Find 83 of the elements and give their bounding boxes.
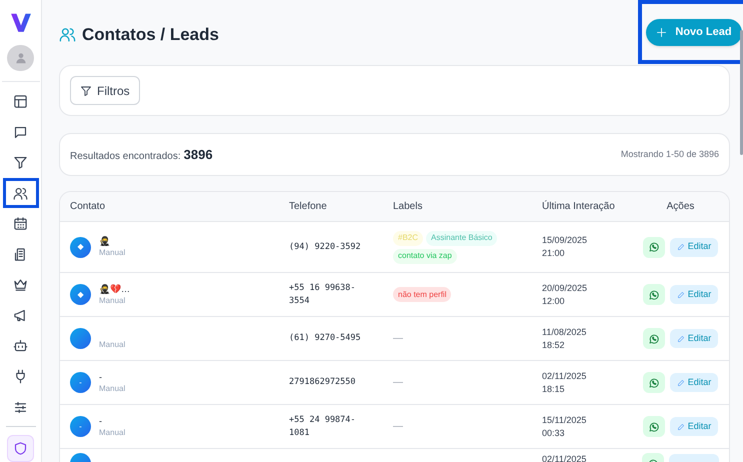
whatsapp-icon <box>648 420 660 432</box>
column-header: Contato <box>70 200 106 214</box>
sliders-icon <box>13 400 28 415</box>
filters-button[interactable]: Filtros <box>70 76 140 105</box>
edit-icon <box>676 243 685 251</box>
edit-icon <box>676 290 685 298</box>
contact-name: - <box>99 370 103 382</box>
logo-icon <box>10 12 32 34</box>
plus-icon <box>656 26 668 38</box>
last-interaction: 20/09/2025 12:00 <box>542 282 588 308</box>
contact-avatar: ◆ <box>70 236 91 258</box>
column-header: Telefone <box>289 200 328 214</box>
whatsapp-button[interactable] <box>642 328 665 349</box>
whatsapp-button[interactable] <box>642 284 665 305</box>
phone-cell-text: (61) 9270-5495 <box>289 332 362 345</box>
scrollbar[interactable] <box>740 30 743 155</box>
results-count: 3896 <box>184 146 213 164</box>
building-icon <box>13 246 28 262</box>
contact-source: Manual <box>99 426 126 438</box>
plug-icon <box>13 369 28 384</box>
whatsapp-icon <box>648 376 660 388</box>
filter-icon <box>80 84 92 96</box>
empty-labels: — <box>393 332 403 346</box>
avatar-icon[interactable] <box>7 44 34 72</box>
phone-cell-text: 2791862972550 <box>289 376 357 389</box>
message-icon <box>13 124 28 140</box>
whatsapp-icon <box>648 241 660 253</box>
edit-icon <box>676 334 685 342</box>
crown-icon <box>13 277 28 292</box>
bot-icon <box>13 338 28 354</box>
contact-avatar: - <box>70 416 91 437</box>
contact-avatar: - <box>70 372 91 393</box>
edit-button[interactable]: Editar <box>670 373 718 392</box>
contact-avatar <box>70 328 91 349</box>
column-header: Ações <box>666 200 696 214</box>
column-header: Última Interação <box>542 199 616 214</box>
last-interaction: 02/11/2025 18:15 <box>542 370 588 396</box>
whatsapp-button[interactable] <box>642 236 665 258</box>
contact-source: Manual <box>99 294 126 306</box>
last-interaction: 15/11/2025 00:33 <box>542 414 588 440</box>
layout-icon <box>13 94 28 109</box>
contact-name: 🥷💔… <box>99 282 130 294</box>
column-header: Labels <box>393 200 424 214</box>
edit-button[interactable]: Editar <box>670 238 718 256</box>
contact-name: 🥷 <box>99 235 111 247</box>
phone-cell-text: (94) 9220-3592 <box>289 240 362 254</box>
edit-button[interactable]: Editar <box>670 329 718 348</box>
label-tag: Assinante Básico <box>426 230 498 246</box>
users-icon <box>59 26 76 43</box>
edit-button[interactable]: Editar <box>670 417 718 436</box>
label-tag: não tem perfil <box>393 287 452 302</box>
whatsapp-icon <box>648 332 660 344</box>
edit-icon <box>676 378 685 386</box>
results-label: Resultados encontrados: <box>70 150 181 164</box>
contact-source: Manual <box>99 382 126 394</box>
empty-labels: — <box>393 420 403 434</box>
empty-labels: — <box>393 376 403 390</box>
whatsapp-button[interactable] <box>642 416 665 437</box>
users-nav-button[interactable] <box>2 178 38 208</box>
users-icon <box>13 186 28 201</box>
edit-icon <box>676 422 685 430</box>
contact-source: Manual <box>99 338 126 350</box>
label-tag: contato via zap <box>393 248 457 264</box>
last-interaction: 15/09/2025 21:00 <box>542 234 588 260</box>
new-lead-button[interactable]: Novo Lead <box>646 18 742 46</box>
phone-cell-text: +55 16 99638- 3554 <box>289 282 357 308</box>
last-interaction: 02/11/2025 <box>542 453 588 462</box>
last-interaction: 11/08/2025 18:52 <box>542 326 588 352</box>
contact-avatar: ◆ <box>70 284 91 305</box>
whatsapp-button[interactable] <box>642 372 665 393</box>
page-title: Contatos / Leads <box>82 24 219 46</box>
edit-button[interactable]: Editar <box>670 285 718 304</box>
phone-cell-text: +55 24 99874- 1081 <box>289 414 357 440</box>
calendar-icon <box>13 216 28 232</box>
whatsapp-icon <box>648 288 660 300</box>
shield-icon <box>13 441 28 456</box>
contact-name: - <box>99 414 103 426</box>
megaphone-icon <box>13 308 28 323</box>
filter-icon <box>13 155 28 170</box>
shield-button[interactable] <box>7 435 34 462</box>
label-tag: #B2C <box>393 230 424 246</box>
contact-source: Manual <box>99 247 126 259</box>
results-range: Mostrando 1-50 de 3896 <box>620 148 719 161</box>
